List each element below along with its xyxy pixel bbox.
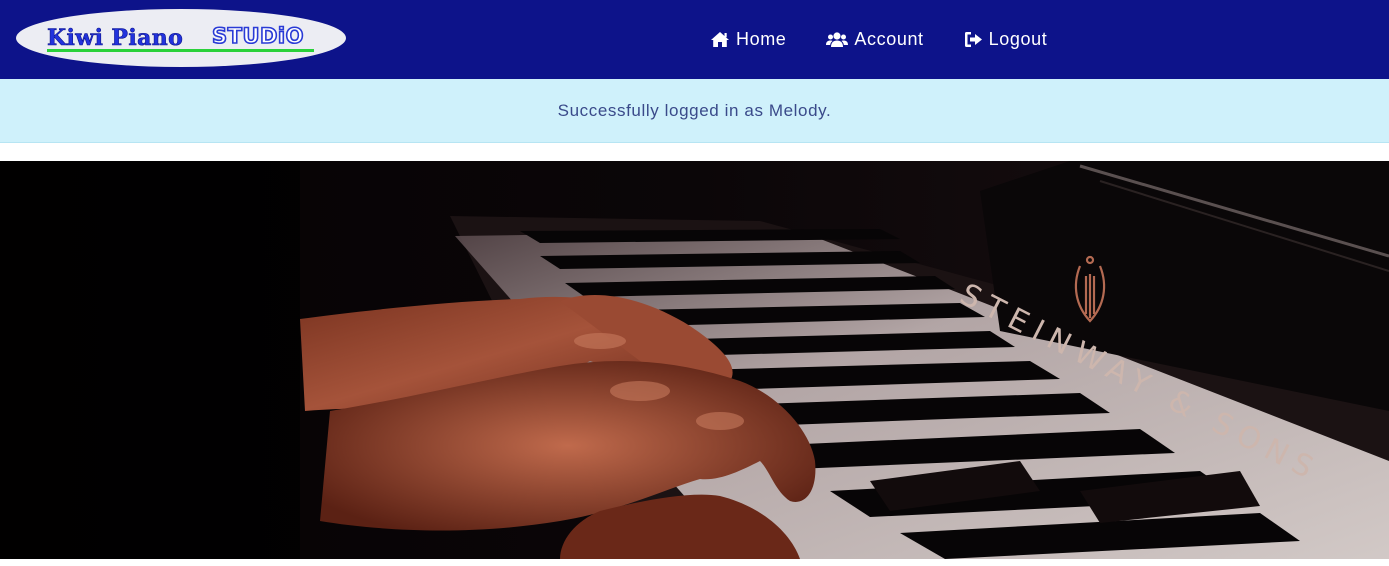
sign-out-icon [964, 31, 983, 48]
brand-logo-link[interactable]: Kiwi Piano STUDiO [15, 8, 347, 68]
nav-home-link[interactable]: Home [710, 25, 786, 55]
top-navbar: Kiwi Piano STUDiO Home Account Logout [0, 0, 1389, 79]
kiwi-piano-studio-logo: Kiwi Piano STUDiO [16, 9, 346, 67]
nav-home-label: Home [736, 29, 787, 49]
login-success-alert: Successfully logged in as Melody. [0, 79, 1389, 143]
nav-logout-link[interactable]: Logout [964, 25, 1048, 55]
hero-piano-image: STEINWAY & SONS [0, 161, 1389, 559]
nav-account-link[interactable]: Account [826, 25, 923, 55]
users-icon [826, 31, 849, 48]
svg-text:Kiwi Piano: Kiwi Piano [47, 25, 183, 51]
nav-logout-label: Logout [988, 29, 1048, 49]
home-icon [710, 31, 730, 48]
nav-account-label: Account [854, 29, 924, 49]
nav-links: Home Account Logout [710, 0, 1087, 79]
svg-text:STUDiO: STUDiO [212, 24, 304, 48]
alert-message: Successfully logged in as Melody. [557, 100, 832, 120]
piano-hands-illustration: STEINWAY & SONS [0, 161, 1389, 559]
